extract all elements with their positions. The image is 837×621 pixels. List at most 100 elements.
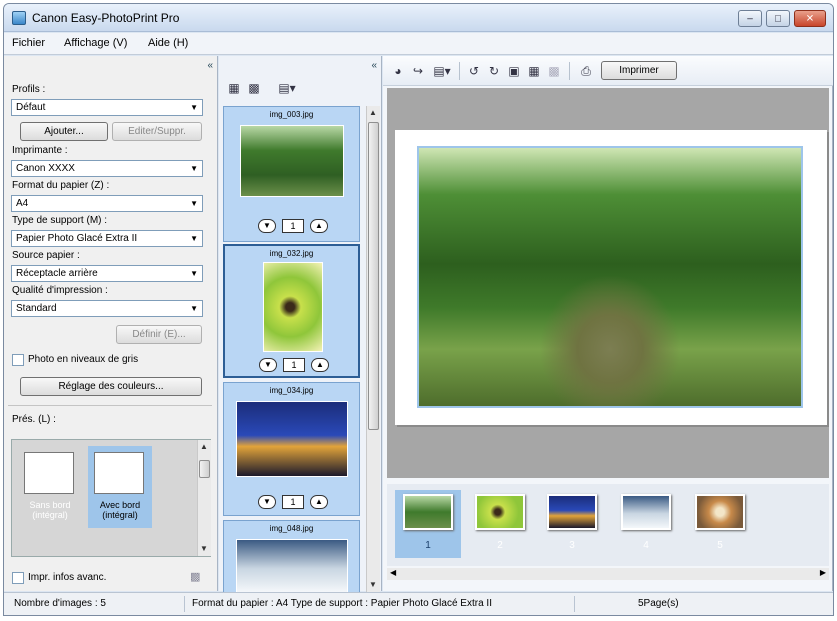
scroll-down-icon[interactable]: ▼ bbox=[369, 580, 377, 589]
minimize-button[interactable]: – bbox=[738, 10, 762, 27]
page-strip-scrollbar[interactable]: ◀ ▶ bbox=[387, 568, 829, 580]
thumbnail-card[interactable]: img_034.jpg ▼ 1 ▲ bbox=[223, 382, 360, 516]
preview-photo[interactable] bbox=[417, 146, 803, 408]
sort-icon[interactable]: ▤▾ bbox=[275, 82, 299, 95]
decrease-copies-icon[interactable]: ▼ bbox=[259, 358, 277, 372]
page-thumb[interactable]: 1 bbox=[395, 490, 461, 558]
fit-page-icon[interactable]: ◕ bbox=[391, 65, 405, 78]
increase-copies-icon[interactable]: ▲ bbox=[310, 219, 328, 233]
date-icon[interactable]: ▦ bbox=[527, 65, 541, 78]
paper-source-label: Source papier : bbox=[12, 250, 80, 261]
import-icon[interactable]: ↪ bbox=[411, 65, 425, 78]
paper-size-value: A4 bbox=[16, 198, 29, 209]
print-button[interactable]: Imprimer bbox=[601, 61, 677, 80]
layout-item-borderless[interactable]: Sans bord (intégral) bbox=[18, 446, 82, 528]
page-thumb[interactable]: 5 bbox=[687, 490, 753, 558]
layout-list: Sans bord (intégral) Avec bord (intégral… bbox=[11, 439, 211, 557]
thumbnail-image bbox=[236, 539, 348, 593]
print-quality-label: Qualité d'impression : bbox=[12, 285, 108, 296]
image-count-status: Nombre d'images : 5 bbox=[14, 598, 106, 609]
menu-bar: Fichier Affichage (V) Aide (H) bbox=[4, 33, 833, 55]
settings-panel: « Profils : Défaut ▼ Ajouter... Editer/Su… bbox=[4, 56, 218, 591]
thumbnail-filename: img_048.jpg bbox=[269, 524, 314, 533]
copies-value[interactable]: 1 bbox=[282, 219, 304, 233]
page-number: 5 bbox=[717, 540, 723, 551]
decrease-copies-icon[interactable]: ▼ bbox=[258, 495, 276, 509]
thumbnail-scrollbar[interactable]: ▲ ▼ bbox=[366, 106, 380, 594]
print-quality-select[interactable]: Standard ▼ bbox=[11, 300, 203, 317]
advanced-info-checkbox[interactable] bbox=[12, 572, 24, 584]
thumbnail-panel: « ▦ ▩ ▤▾ img_003.jpg ▼ 1 ▲ img_032.jpg ▼… bbox=[219, 56, 382, 594]
scroll-down-icon[interactable]: ▼ bbox=[200, 544, 208, 553]
app-icon bbox=[12, 11, 26, 25]
zoom-icon[interactable]: ▩ bbox=[547, 65, 561, 78]
paper-size-label: Format du papier (Z) : bbox=[12, 180, 110, 191]
print-preview-icon[interactable]: ⎙ bbox=[579, 65, 593, 78]
status-separator bbox=[574, 596, 575, 612]
thumbnail-card[interactable]: img_003.jpg ▼ 1 ▲ bbox=[223, 106, 360, 242]
close-button[interactable]: ✕ bbox=[794, 10, 826, 27]
advanced-info-label: Impr. infos avanc. bbox=[28, 572, 107, 583]
page-thumb-image bbox=[621, 494, 671, 530]
thumbnail-image bbox=[236, 401, 348, 477]
layout-item-label: Sans bord (intégral) bbox=[29, 500, 71, 520]
thumbnail-card[interactable]: img_048.jpg bbox=[223, 520, 360, 594]
scroll-thumb[interactable] bbox=[368, 122, 379, 430]
page-thumb-image bbox=[475, 494, 525, 530]
layout-scrollbar[interactable]: ▲ ▼ bbox=[197, 440, 211, 556]
menu-fichier[interactable]: Fichier bbox=[12, 37, 45, 49]
edit-profile-button[interactable]: Editer/Suppr. bbox=[112, 122, 202, 141]
maximize-button[interactable]: □ bbox=[766, 10, 790, 27]
define-button[interactable]: Définir (E)... bbox=[116, 325, 202, 344]
chevron-down-icon: ▼ bbox=[190, 269, 198, 278]
add-profile-button[interactable]: Ajouter... bbox=[20, 122, 108, 141]
layout-options-icon[interactable]: ▤▾ bbox=[431, 65, 453, 78]
color-adjust-button[interactable]: Réglage des couleurs... bbox=[20, 377, 202, 396]
page-thumb[interactable]: 2 bbox=[467, 490, 533, 558]
scroll-left-icon[interactable]: ◀ bbox=[390, 568, 396, 577]
rotate-right-icon[interactable]: ↻ bbox=[487, 65, 501, 78]
grayscale-label: Photo en niveaux de gris bbox=[28, 354, 139, 365]
paper-page bbox=[395, 130, 827, 425]
copies-value[interactable]: 1 bbox=[282, 495, 304, 509]
page-thumb[interactable]: 3 bbox=[539, 490, 605, 558]
page-strip: 1 2 3 4 5 bbox=[387, 484, 829, 566]
grid-view-icon[interactable]: ▦ bbox=[227, 82, 241, 95]
layout-label: Prés. (L) : bbox=[12, 414, 56, 425]
page-number: 3 bbox=[569, 540, 575, 551]
scroll-right-icon[interactable]: ▶ bbox=[820, 568, 826, 577]
rotate-left-icon[interactable]: ↺ bbox=[467, 65, 481, 78]
decrease-copies-icon[interactable]: ▼ bbox=[258, 219, 276, 233]
scroll-up-icon[interactable]: ▲ bbox=[200, 442, 208, 451]
paper-size-select[interactable]: A4 ▼ bbox=[11, 195, 203, 212]
info-icon[interactable]: ▩ bbox=[190, 570, 200, 583]
rotate-view-icon[interactable]: ▩ bbox=[247, 82, 261, 95]
menu-aide[interactable]: Aide (H) bbox=[148, 37, 188, 49]
grayscale-checkbox[interactable] bbox=[12, 354, 24, 366]
profile-select[interactable]: Défaut ▼ bbox=[11, 99, 203, 116]
layout-preview-icon bbox=[94, 452, 144, 494]
printer-label: Imprimante : bbox=[12, 145, 68, 156]
increase-copies-icon[interactable]: ▲ bbox=[310, 495, 328, 509]
thumbnail-image bbox=[263, 262, 323, 352]
copies-value[interactable]: 1 bbox=[283, 358, 305, 372]
layout-item-bordered[interactable]: Avec bord (intégral) bbox=[88, 446, 152, 528]
collapse-left-icon[interactable]: « bbox=[207, 60, 213, 71]
scroll-thumb[interactable] bbox=[199, 460, 210, 478]
paper-info-status: Format du papier : A4 Type de support : … bbox=[192, 598, 492, 609]
page-thumb[interactable]: 4 bbox=[613, 490, 679, 558]
scroll-up-icon[interactable]: ▲ bbox=[369, 108, 377, 117]
profile-value: Défaut bbox=[16, 102, 46, 113]
printer-select[interactable]: Canon XXXX ▼ bbox=[11, 160, 203, 177]
window-title: Canon Easy-PhotoPrint Pro bbox=[32, 11, 180, 25]
toolbar-separator bbox=[569, 62, 570, 80]
paper-source-select[interactable]: Réceptacle arrière ▼ bbox=[11, 265, 203, 282]
increase-copies-icon[interactable]: ▲ bbox=[311, 358, 329, 372]
thumbnail-card[interactable]: img_032.jpg ▼ 1 ▲ bbox=[223, 244, 360, 378]
media-type-select[interactable]: Papier Photo Glacé Extra II ▼ bbox=[11, 230, 203, 247]
status-separator bbox=[184, 596, 185, 612]
menu-affichage[interactable]: Affichage (V) bbox=[64, 37, 127, 49]
chevron-down-icon: ▼ bbox=[190, 164, 198, 173]
crop-icon[interactable]: ▣ bbox=[507, 65, 521, 78]
collapse-middle-icon[interactable]: « bbox=[371, 60, 377, 71]
